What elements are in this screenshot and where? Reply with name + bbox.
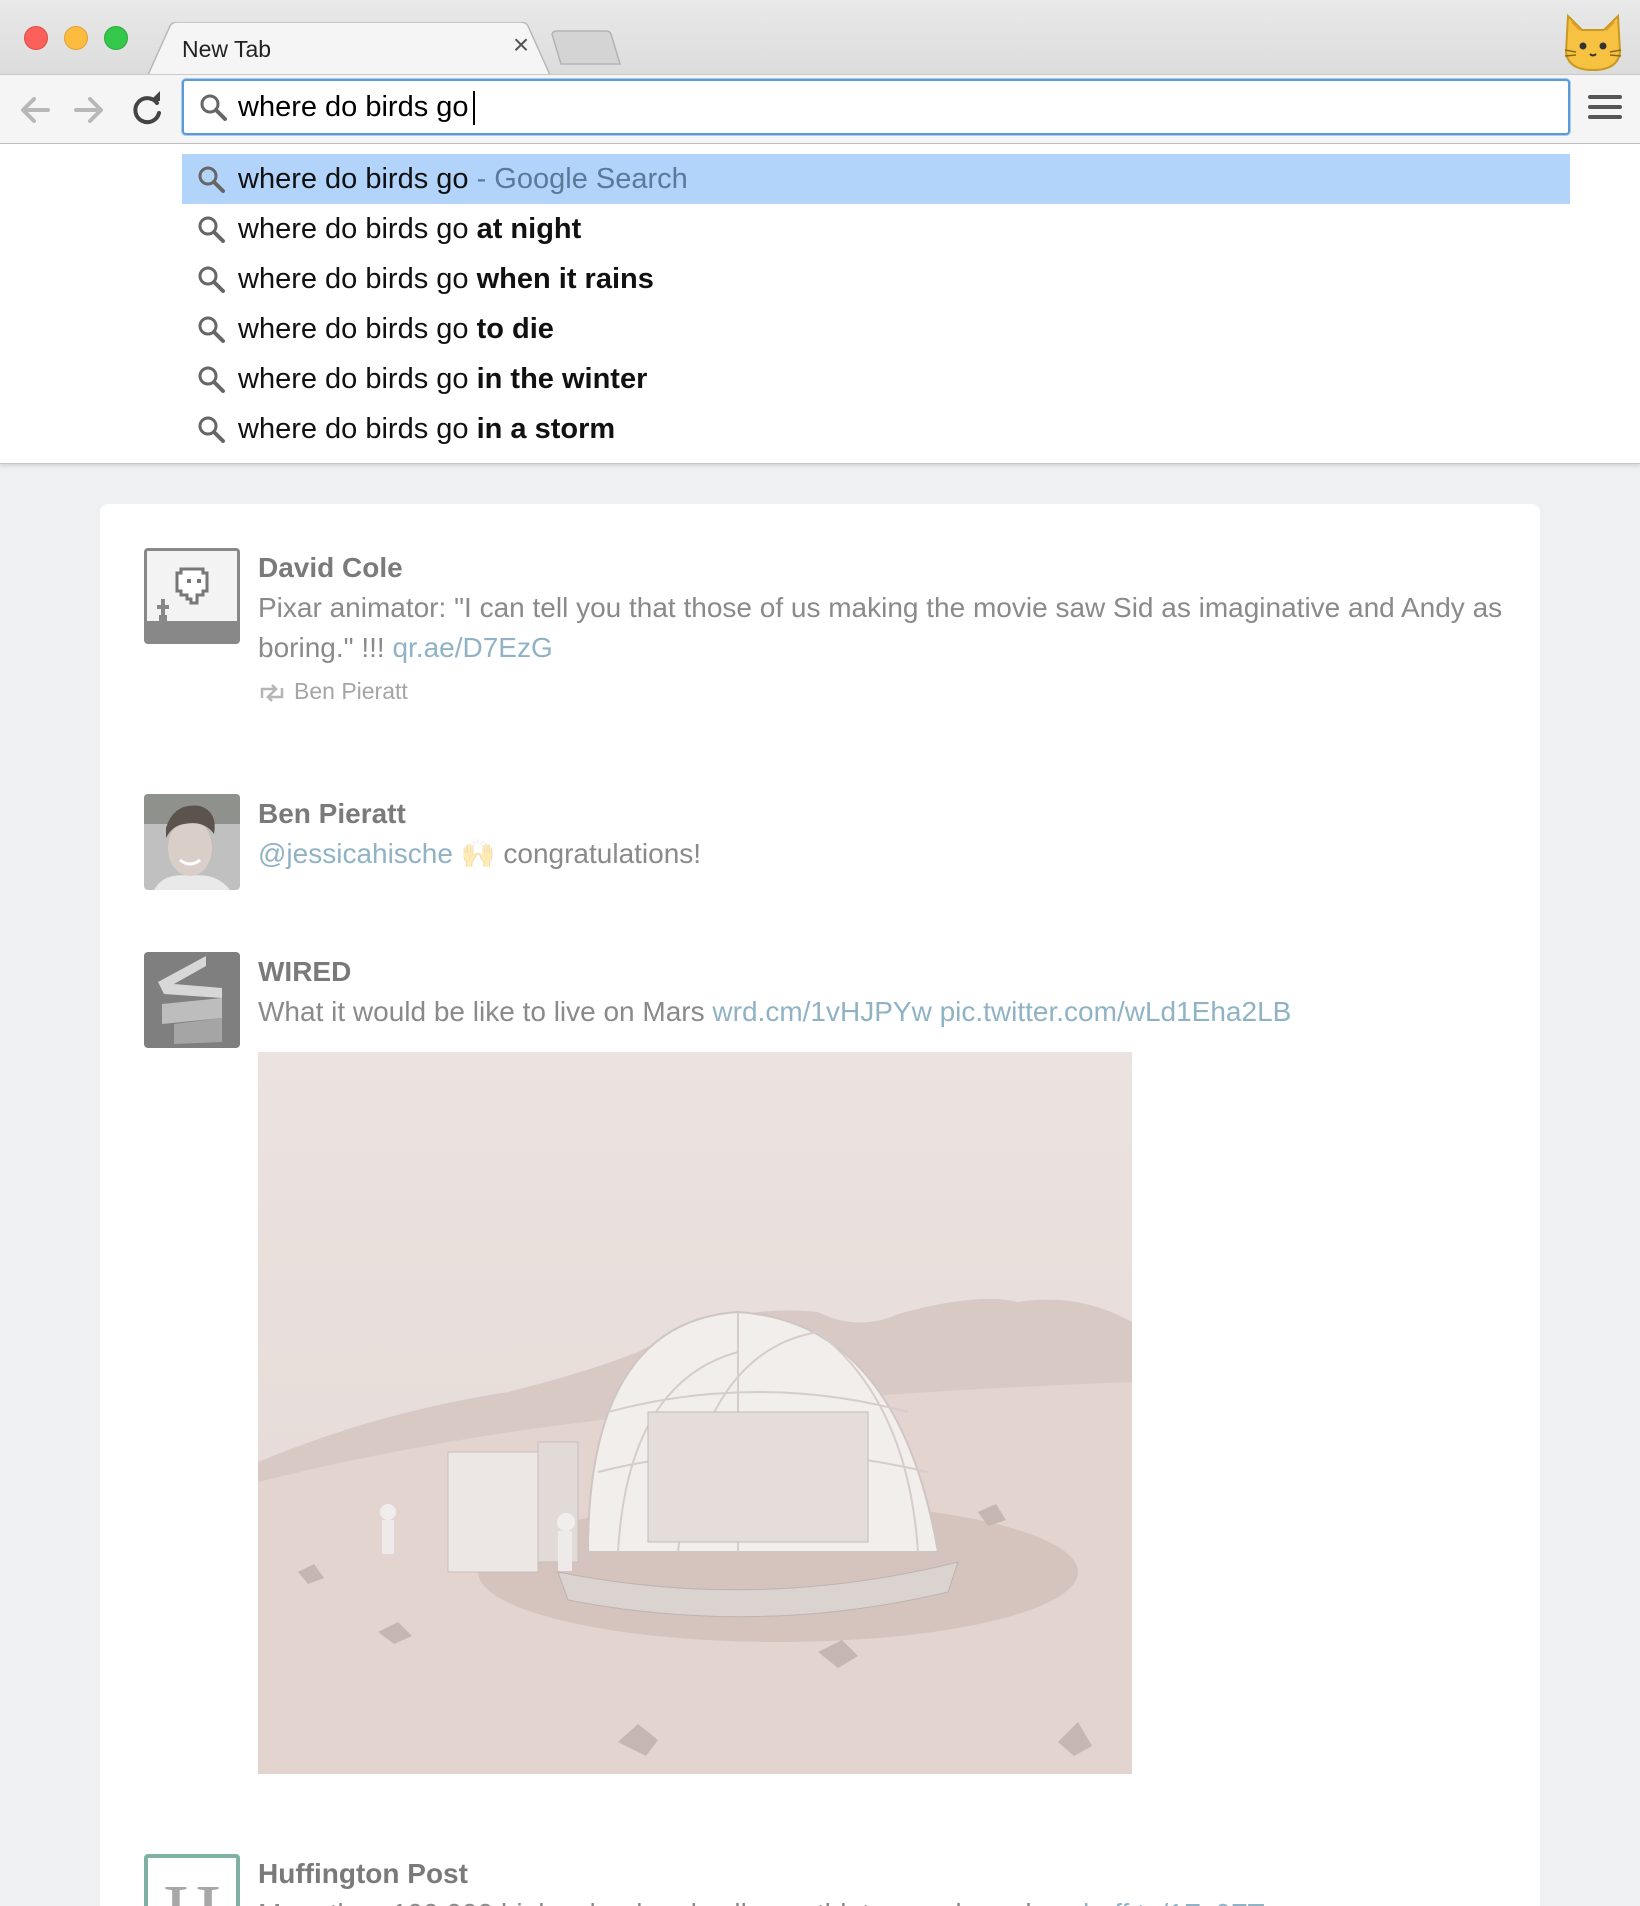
reload-icon[interactable] xyxy=(126,89,168,131)
search-icon xyxy=(200,94,227,121)
tweet-text-content: congratulations! xyxy=(495,838,702,869)
twitter-feed-card: David Cole Pixar animator: "I can tell y… xyxy=(100,504,1540,1906)
suggestion-item[interactable]: where do birds go when it rains xyxy=(182,254,1570,304)
tweet-body: Ben Pieratt @jessicahische 🙌 congratulat… xyxy=(258,794,1508,874)
back-arrow-icon[interactable] xyxy=(14,89,56,131)
text-caret xyxy=(472,91,475,126)
tweet-text-content: More than 100,000 high school and colleg… xyxy=(258,1898,1083,1906)
suggestion-completion: at night xyxy=(468,213,582,245)
suggestion-completion: in a storm xyxy=(468,413,616,445)
tab-new-tab[interactable]: New Tab × xyxy=(148,22,550,75)
suggestion-completion: in the winter xyxy=(468,363,648,395)
avatar[interactable] xyxy=(144,548,240,644)
tweet-author[interactable]: WIRED xyxy=(258,952,1508,992)
omnibox-text: where do birds go xyxy=(238,91,469,123)
suggestion-completion: when it rains xyxy=(468,263,654,295)
tweet-body: David Cole Pixar animator: "I can tell y… xyxy=(258,548,1508,706)
suggestion-item[interactable]: where do birds go to die xyxy=(182,304,1570,354)
retweet-info: Ben Pieratt xyxy=(258,676,1508,706)
tweet-text: What it would be like to live on Mars wr… xyxy=(258,992,1508,1032)
svg-text:H: H xyxy=(163,1870,221,1906)
tweet-link[interactable]: wrd.cm/1vHJPYw xyxy=(712,996,931,1027)
suggestion-prefix: where do birds go xyxy=(238,413,469,445)
suggestion-prefix: where do birds go xyxy=(238,213,469,245)
browser-toolbar: where do birds go xyxy=(0,74,1640,144)
mars-habitat-image[interactable] xyxy=(258,1052,1132,1774)
suggestion-google-search[interactable]: where do birds go - Google Search xyxy=(182,154,1570,204)
tweet-text: @jessicahische 🙌 congratulations! xyxy=(258,834,1508,874)
omnibox-input[interactable]: where do birds go xyxy=(238,81,475,133)
suggestion-text: where do birds go in the winter xyxy=(238,354,647,404)
suggestion-item[interactable]: where do birds go in a storm xyxy=(182,404,1570,454)
avatar[interactable]: H xyxy=(144,1854,240,1906)
tweet-link[interactable]: huff.to/1Fx6FTe xyxy=(1083,1898,1277,1906)
tweet-author[interactable]: Huffington Post xyxy=(258,1854,1508,1894)
new-tab-button[interactable] xyxy=(550,30,622,66)
tab-close-icon[interactable]: × xyxy=(506,30,536,60)
tweet-body: Huffington Post More than 100,000 high s… xyxy=(258,1854,1508,1906)
search-icon xyxy=(198,266,225,293)
omnibox-suggestions-dropdown: where do birds go - Google Search where … xyxy=(0,144,1640,464)
suggestion-item[interactable]: where do birds go at night xyxy=(182,204,1570,254)
tweet-text-content: What it would be like to live on Mars xyxy=(258,996,713,1027)
avatar[interactable] xyxy=(144,952,240,1048)
cat-profile-icon[interactable] xyxy=(1562,12,1624,72)
search-icon xyxy=(198,316,225,343)
suggestion-text: where do birds go at night xyxy=(238,204,581,254)
retweet-icon xyxy=(260,684,284,702)
suggestion-prefix: where do birds go xyxy=(238,313,469,345)
window-close-button[interactable] xyxy=(24,26,48,50)
suggestion-prefix: where do birds go xyxy=(238,163,469,195)
suggestion-prefix: where do birds go xyxy=(238,363,469,395)
tweet-text: Pixar animator: "I can tell you that tho… xyxy=(258,588,1508,668)
search-icon xyxy=(198,166,225,193)
tweet-author[interactable]: David Cole xyxy=(258,548,1508,588)
tweet-mention[interactable]: @jessicahische xyxy=(258,838,453,869)
suggestion-prefix: where do birds go xyxy=(238,263,469,295)
search-icon xyxy=(198,416,225,443)
omnibox-address-bar[interactable]: where do birds go xyxy=(182,79,1570,135)
window-minimize-button[interactable] xyxy=(64,26,88,50)
suggestion-completion: to die xyxy=(468,313,554,345)
tweet-link[interactable]: qr.ae/D7EzG xyxy=(392,632,552,663)
title-bar: New Tab × xyxy=(0,0,1640,75)
tab-title: New Tab xyxy=(182,36,272,62)
retweeted-by[interactable]: Ben Pieratt xyxy=(294,678,408,704)
raised-hands-icon: 🙌 xyxy=(460,838,496,869)
search-icon xyxy=(198,216,225,243)
suggestion-text: where do birds go when it rains xyxy=(238,254,654,304)
tweet-author[interactable]: Ben Pieratt xyxy=(258,794,1508,834)
suggestion-text: where do birds go - Google Search xyxy=(238,154,688,204)
tweet-body: WIRED What it would be like to live on M… xyxy=(258,952,1508,1032)
avatar[interactable] xyxy=(144,794,240,890)
forward-arrow-icon[interactable] xyxy=(68,89,110,131)
chrome-menu-icon[interactable] xyxy=(1588,95,1622,125)
tweet-pic-link[interactable]: pic.twitter.com/wLd1Eha2LB xyxy=(940,996,1292,1027)
suggestion-text: where do birds go to die xyxy=(238,304,554,354)
window-maximize-button[interactable] xyxy=(104,26,128,50)
suggestion-hint: - Google Search xyxy=(468,163,688,195)
tweet-text: More than 100,000 high school and colleg… xyxy=(258,1894,1508,1906)
suggestion-text: where do birds go in a storm xyxy=(238,404,615,454)
search-icon xyxy=(198,366,225,393)
suggestion-item[interactable]: where do birds go in the winter xyxy=(182,354,1570,404)
